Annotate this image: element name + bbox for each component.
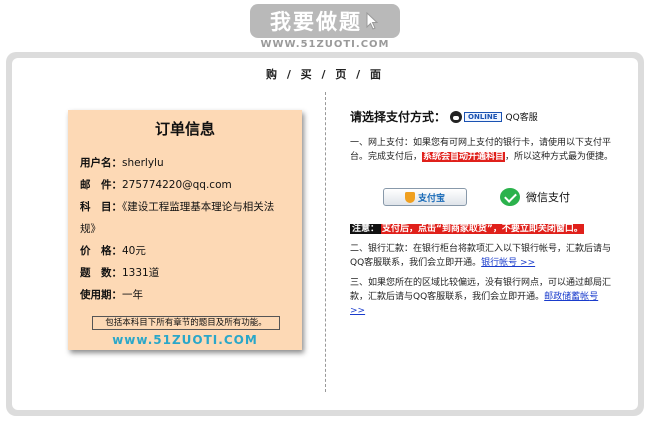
order-row-count: 题 数：1331道 <box>80 265 159 280</box>
payment-heading: 请选择支付方式： ONLINE QQ客服 <box>350 108 538 125</box>
field-value: sherlylu <box>122 157 164 169</box>
postal-link-part: 邮政储蓄帐 <box>544 292 590 302</box>
wechat-label: 微信支付 <box>526 191 570 204</box>
bank-transfer-text: 二、银行汇款：在银行柜台将款项汇入以下银行帐号，汇款后请与QQ客服联系，我们会立… <box>350 242 616 270</box>
order-row-subject-cont: 规》 <box>80 221 101 236</box>
field-value: 1331道 <box>122 267 160 279</box>
online-payment-desc-end: ，所以这种方式最为便捷。 <box>505 152 614 162</box>
order-row-email: 邮 件：275774220@qq.com <box>80 177 232 192</box>
online-badge[interactable]: ONLINE <box>464 111 502 122</box>
wechat-pay-button[interactable]: 微信支付 <box>500 186 570 208</box>
field-value: 《建设工程监理基本理论与相关法 <box>122 201 275 213</box>
bank-account-link[interactable]: 银行帐号 >> <box>481 258 535 268</box>
logo-text: 我要做题 <box>270 10 362 34</box>
wechat-icon <box>500 188 520 206</box>
purchase-panel: 购 / 买 / 页 / 面 订单信息 用户名：sherlylu 邮 件：2757… <box>12 58 638 410</box>
field-label: 题 数： <box>80 267 122 279</box>
qq-icon <box>450 110 463 123</box>
logo-url: WWW.51ZUOTI.COM <box>260 39 390 50</box>
order-title: 订单信息 <box>154 120 215 138</box>
site-logo[interactable]: 我要做题 <box>250 4 400 38</box>
order-row-username: 用户名：sherlylu <box>80 155 164 170</box>
payment-heading-text: 请选择支付方式： <box>350 110 447 124</box>
field-label: 科 目： <box>80 201 122 213</box>
card-site-url: www.51ZUOTI.COM <box>112 333 258 347</box>
field-value: 275774220@qq.com <box>122 179 232 191</box>
notice-text: 支付后，点击“到商家取货”，不要立即关闭窗口。 <box>381 224 584 234</box>
auto-open-highlight: 系统会自动开通科目 <box>422 152 506 162</box>
payment-notice: 注意： 支付后，点击“到商家取货”，不要立即关闭窗口。 <box>350 222 616 236</box>
order-row-price: 价 格：40元 <box>80 243 146 258</box>
qq-service-link[interactable]: QQ客服 <box>506 110 538 123</box>
order-note: 包括本科目下所有章节的题目及所有功能。 <box>92 316 280 330</box>
field-value: 40元 <box>122 245 146 257</box>
alipay-shield-icon <box>404 191 415 203</box>
field-value: 规》 <box>80 223 101 235</box>
column-divider <box>325 92 326 392</box>
order-row-subject: 科 目：《建设工程监理基本理论与相关法 <box>80 199 274 214</box>
field-label: 价 格： <box>80 245 122 257</box>
field-label: 使用期： <box>80 289 122 301</box>
order-row-period: 使用期：一年 <box>80 287 143 302</box>
field-label: 邮 件： <box>80 179 122 191</box>
field-value: 一年 <box>122 289 143 301</box>
order-info-card: 订单信息 用户名：sherlylu 邮 件：275774220@qq.com 科… <box>68 110 302 350</box>
field-label: 用户名： <box>80 157 122 169</box>
page-title: 购 / 买 / 页 / 面 <box>265 68 385 81</box>
postal-transfer-text: 三、如果您所在的区域比较偏远，没有银行网点，可以通过邮局汇款，汇款后请与QQ客服… <box>350 276 616 318</box>
alipay-button[interactable]: 支付宝 <box>383 188 467 206</box>
online-payment-text: 一、网上支付：如果您有可网上支付的银行卡，请使用以下支付平台。完成支付后，系统会… <box>350 136 616 164</box>
alipay-label: 支付宝 <box>417 193 445 204</box>
cursor-icon <box>366 12 379 30</box>
notice-label: 注意： <box>350 224 382 234</box>
